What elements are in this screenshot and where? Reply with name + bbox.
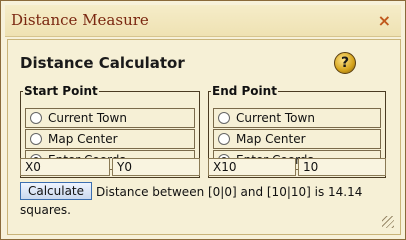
window-title: Distance Measure xyxy=(11,11,149,29)
distance-measure-window: Distance Measure × Distance Calculator ?… xyxy=(0,0,406,240)
title-bar[interactable]: Distance Measure × xyxy=(5,5,401,37)
option-label: Map Center xyxy=(236,132,306,146)
end-point-legend: End Point xyxy=(212,84,277,98)
end-y-input[interactable] xyxy=(298,158,386,176)
page-title: Distance Calculator xyxy=(20,54,185,72)
coordinate-inputs xyxy=(20,158,386,176)
radio-icon[interactable] xyxy=(30,133,42,145)
close-icon[interactable]: × xyxy=(378,11,391,30)
start-point-legend: Start Point xyxy=(24,84,98,98)
resize-handle-icon[interactable] xyxy=(382,216,394,228)
help-icon[interactable]: ? xyxy=(334,52,356,74)
content-panel: Distance Calculator ? Start Point Curren… xyxy=(7,39,401,235)
start-y-input[interactable] xyxy=(112,158,200,176)
radio-icon[interactable] xyxy=(30,112,42,124)
option-label: Current Town xyxy=(48,111,127,125)
end-option-current-town[interactable]: Current Town xyxy=(213,108,381,128)
radio-icon[interactable] xyxy=(218,112,230,124)
calculate-button[interactable]: Calculate xyxy=(20,182,92,200)
start-option-current-town[interactable]: Current Town xyxy=(25,108,195,128)
option-label: Map Center xyxy=(48,132,118,146)
radio-icon[interactable] xyxy=(218,133,230,145)
start-option-map-center[interactable]: Map Center xyxy=(25,129,195,149)
end-option-map-center[interactable]: Map Center xyxy=(213,129,381,149)
end-x-input[interactable] xyxy=(208,158,296,176)
start-x-input[interactable] xyxy=(20,158,110,176)
option-label: Current Town xyxy=(236,111,315,125)
